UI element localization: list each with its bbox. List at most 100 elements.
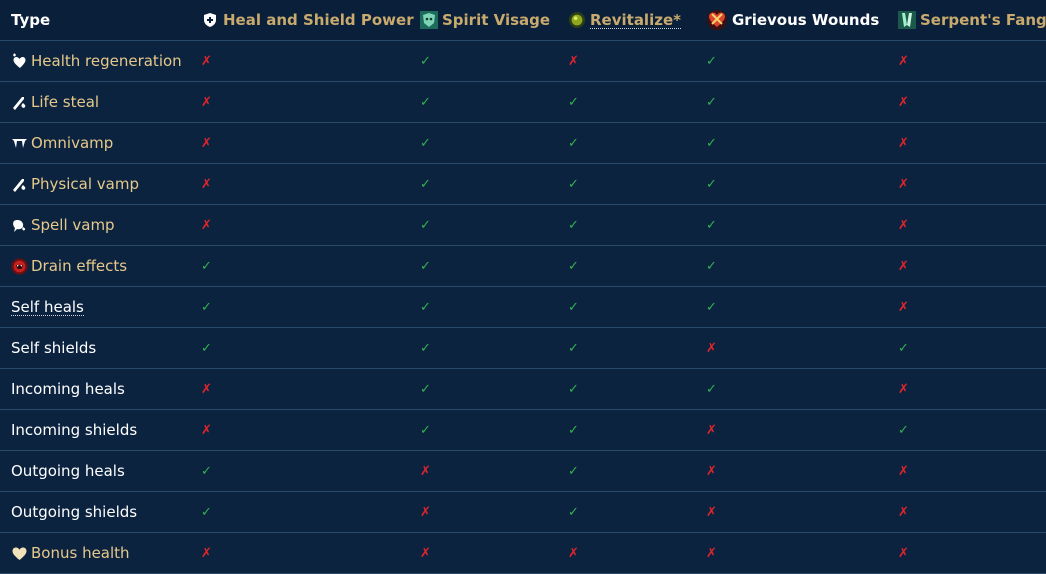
row-type-label: Physical vamp (31, 175, 139, 193)
check-icon: ✓ (201, 258, 212, 274)
check-icon: ✓ (706, 135, 717, 151)
cell-heal-shield-power: ✓ (201, 451, 215, 491)
cell-serpents-fang: ✗ (898, 205, 912, 245)
table-header: Type Heal and Shield Power Spirit Visage… (0, 0, 1046, 41)
cell-revitalize: ✓ (568, 287, 582, 327)
cell-spirit-visage: ✓ (420, 41, 434, 81)
row-type-cell: Incoming heals (11, 369, 125, 409)
table-row: Spell vamp ✗ ✓ ✓ ✓ ✗ (0, 205, 1046, 246)
check-icon: ✓ (568, 217, 579, 233)
header-col-heal-shield-power[interactable]: Heal and Shield Power (201, 0, 414, 40)
check-icon: ✓ (568, 381, 579, 397)
cross-icon: ✗ (898, 94, 909, 110)
cell-grievous-wounds: ✓ (706, 369, 720, 409)
check-icon: ✓ (568, 463, 579, 479)
row-type-label: Incoming shields (11, 421, 138, 439)
check-icon: ✓ (706, 53, 717, 69)
table-row: Self heals ✓ ✓ ✓ ✓ ✗ (0, 287, 1046, 328)
table-row: Self shields ✓ ✓ ✓ ✗ ✓ (0, 328, 1046, 369)
header-col-label: Grievous Wounds (732, 11, 880, 29)
cell-serpents-fang: ✓ (898, 328, 912, 368)
cell-revitalize: ✓ (568, 369, 582, 409)
cell-grievous-wounds: ✓ (706, 82, 720, 122)
cross-icon: ✗ (201, 217, 212, 233)
cross-icon: ✗ (420, 545, 431, 561)
check-icon: ✓ (420, 340, 431, 356)
cross-icon: ✗ (201, 422, 212, 438)
row-type-cell: Physical vamp (11, 164, 139, 204)
drain-effects-icon (11, 257, 28, 275)
table-row: Outgoing shields ✓ ✗ ✓ ✗ ✗ (0, 492, 1046, 533)
row-type-cell: Outgoing shields (11, 492, 137, 532)
check-icon: ✓ (420, 422, 431, 438)
cross-icon: ✗ (201, 545, 212, 561)
revitalize-icon (568, 11, 586, 29)
row-type-label: Outgoing shields (11, 503, 138, 521)
row-type-label[interactable]: Self heals (11, 299, 84, 316)
cell-grievous-wounds: ✓ (706, 205, 720, 245)
row-type-label: Omnivamp (31, 134, 114, 152)
row-type-cell: Health regeneration (11, 41, 182, 81)
header-type: Type (11, 0, 50, 40)
cell-revitalize: ✓ (568, 451, 582, 491)
check-icon: ✓ (568, 94, 579, 110)
check-icon: ✓ (706, 299, 717, 315)
table-row: Incoming heals ✗ ✓ ✓ ✓ ✗ (0, 369, 1046, 410)
cell-heal-shield-power: ✗ (201, 533, 215, 573)
row-type-cell: Omnivamp (11, 123, 113, 163)
check-icon: ✓ (568, 135, 579, 151)
cell-grievous-wounds: ✗ (706, 533, 720, 573)
cell-serpents-fang: ✗ (898, 41, 912, 81)
cell-heal-shield-power: ✗ (201, 123, 215, 163)
header-col-spirit-visage[interactable]: Spirit Visage (420, 0, 550, 40)
row-type-label: Self shields (11, 339, 97, 357)
check-icon: ✓ (568, 504, 579, 520)
cell-spirit-visage: ✓ (420, 82, 434, 122)
cell-spirit-visage: ✗ (420, 492, 434, 532)
row-type-cell: Spell vamp (11, 205, 115, 245)
cell-heal-shield-power: ✓ (201, 492, 215, 532)
check-icon: ✓ (568, 299, 579, 315)
cross-icon: ✗ (201, 53, 212, 69)
header-col-serpents-fang[interactable]: Serpent's Fang (898, 0, 1046, 40)
cell-grievous-wounds: ✗ (706, 451, 720, 491)
row-type-cell: Bonus health (11, 533, 130, 573)
cell-heal-shield-power: ✓ (201, 287, 215, 327)
check-icon: ✓ (706, 381, 717, 397)
row-type-cell: Drain effects (11, 246, 127, 286)
table-row: Bonus health ✗ ✗ ✗ ✗ ✗ (0, 533, 1046, 574)
header-col-label: Heal and Shield Power (223, 11, 414, 29)
cross-icon: ✗ (898, 135, 909, 151)
check-icon: ✓ (706, 258, 717, 274)
header-col-revitalize[interactable]: Revitalize* (568, 0, 681, 40)
check-icon: ✓ (568, 176, 579, 192)
cross-icon: ✗ (706, 422, 717, 438)
life-steal-icon (11, 94, 28, 111)
cell-grievous-wounds: ✓ (706, 246, 720, 286)
cell-grievous-wounds: ✓ (706, 164, 720, 204)
header-col-grievous-wounds[interactable]: Grievous Wounds (706, 0, 879, 40)
row-type-label: Bonus health (31, 544, 130, 562)
row-type-cell: Incoming shields (11, 410, 137, 450)
check-icon: ✓ (420, 135, 431, 151)
cell-serpents-fang: ✗ (898, 123, 912, 163)
cell-grievous-wounds: ✗ (706, 410, 720, 450)
header-type-label: Type (11, 11, 51, 29)
check-icon: ✓ (568, 258, 579, 274)
row-type-label: Spell vamp (31, 216, 115, 234)
cross-icon: ✗ (898, 463, 909, 479)
row-type-label: Incoming heals (11, 380, 125, 398)
spell-vamp-icon (11, 217, 28, 234)
cell-grievous-wounds: ✗ (706, 328, 720, 368)
cell-heal-shield-power: ✗ (201, 82, 215, 122)
cell-serpents-fang: ✗ (898, 246, 912, 286)
cell-serpents-fang: ✗ (898, 287, 912, 327)
cross-icon: ✗ (898, 299, 909, 315)
row-type-label: Life steal (31, 93, 100, 111)
cell-spirit-visage: ✓ (420, 369, 434, 409)
omnivamp-icon (11, 135, 28, 152)
header-col-label: Spirit Visage (442, 11, 551, 29)
row-type-cell: Outgoing heals (11, 451, 125, 491)
check-icon: ✓ (898, 422, 909, 438)
cell-serpents-fang: ✓ (898, 410, 912, 450)
